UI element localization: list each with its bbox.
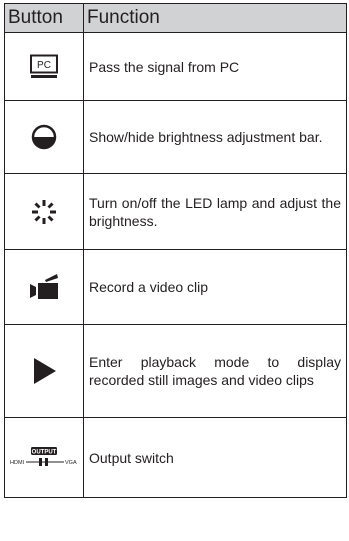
button-cell (4, 173, 84, 250)
table-row: Record a video clip (4, 249, 347, 325)
pc-monitor-icon: PC (30, 54, 58, 78)
output-label: OUTPUT (32, 449, 57, 455)
function-text: Pass the signal from PC (83, 32, 347, 101)
button-cell (4, 100, 84, 174)
output-switch-icon: OUTPUT HDMI VGA (10, 446, 77, 466)
table-header-row: Button Function (4, 3, 347, 33)
vga-label: VGA (65, 460, 77, 466)
header-function: Function (83, 3, 347, 33)
video-camera-icon (30, 274, 58, 299)
table-row: Show/hide brightness adjustment bar. (4, 100, 347, 174)
button-cell (4, 249, 84, 325)
led-lamp-icon (32, 199, 56, 224)
function-text: Record a video clip (83, 249, 347, 325)
hdmi-label: HDMI (10, 460, 25, 466)
function-text: Turn on/off the LED lamp and adjust the … (83, 173, 347, 250)
button-cell: PC (4, 32, 84, 101)
pc-icon-label: PC (37, 60, 51, 71)
table-row: OUTPUT HDMI VGA Output switch (4, 417, 347, 498)
table-row: Turn on/off the LED lamp and adjust the … (4, 173, 347, 250)
brightness-half-circle-icon (31, 124, 57, 150)
function-text: Output switch (83, 417, 347, 498)
function-table: Button Function PC Pass the signal from … (4, 3, 347, 498)
button-cell (4, 324, 84, 418)
play-icon (34, 358, 56, 384)
table-row: PC Pass the signal from PC (4, 32, 347, 101)
table-row: Enter playback mode to display recorded … (4, 324, 347, 418)
button-cell: OUTPUT HDMI VGA (4, 417, 84, 498)
function-text: Enter playback mode to display recorded … (83, 324, 347, 418)
function-text: Show/hide brightness adjustment bar. (83, 100, 347, 174)
header-button: Button (4, 3, 84, 33)
